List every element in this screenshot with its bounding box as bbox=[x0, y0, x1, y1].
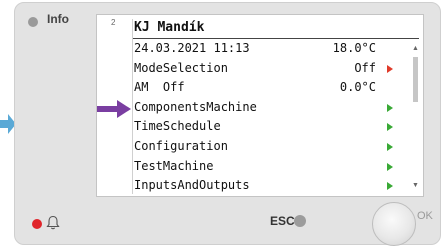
esc-label: ESC bbox=[270, 214, 295, 228]
scrollbar[interactable]: ▲ ▼ bbox=[412, 45, 419, 190]
divider bbox=[132, 19, 133, 194]
row-value: Off bbox=[354, 60, 376, 75]
list-item-inputs-and-outputs[interactable]: InputsAndOutputs bbox=[134, 176, 414, 196]
row-value: 0.0°C bbox=[339, 80, 376, 95]
list-item-datetime: 24.03.2021 11:13 18.0°C bbox=[134, 39, 414, 59]
row-label: InputsAndOutputs bbox=[134, 178, 250, 193]
ok-button[interactable] bbox=[372, 202, 416, 246]
selection-arrow-icon bbox=[97, 100, 131, 118]
row-label: ModeSelection bbox=[134, 60, 228, 75]
chevron-up-icon[interactable]: ▲ bbox=[412, 45, 419, 53]
info-led-icon bbox=[28, 17, 38, 27]
esc-button[interactable] bbox=[294, 215, 306, 227]
row-label: TimeSchedule bbox=[134, 119, 221, 134]
arrow-right-icon bbox=[387, 123, 393, 132]
list-item-configuration[interactable]: Configuration bbox=[134, 137, 414, 157]
ok-label: OK bbox=[417, 210, 433, 222]
arrow-right-icon bbox=[387, 162, 393, 171]
arrow-right-icon bbox=[387, 182, 393, 191]
bell-icon[interactable] bbox=[46, 215, 60, 231]
display-screen: 2 KJ Mandík 24.03.2021 11:13 18.0°C Mode… bbox=[96, 14, 424, 197]
row-label: AM Off bbox=[134, 80, 185, 95]
list-item-am: AM Off 0.0°C bbox=[134, 78, 414, 98]
controller-panel: Info 2 KJ Mandík 24.03.2021 11:13 18.0°C… bbox=[14, 2, 441, 246]
list-item-components-machine[interactable]: ComponentsMachine bbox=[134, 98, 414, 118]
row-label: Configuration bbox=[134, 138, 228, 153]
row-value: 18.0°C bbox=[332, 41, 376, 55]
row-label: 24.03.2021 11:13 bbox=[134, 41, 250, 55]
arrow-right-icon bbox=[387, 103, 393, 112]
row-label: TestMachine bbox=[134, 158, 214, 173]
list-item-test-machine[interactable]: TestMachine bbox=[134, 157, 414, 177]
screen-title: KJ Mandík bbox=[134, 20, 205, 35]
menu-list: 24.03.2021 11:13 18.0°C ModeSelection Of… bbox=[134, 39, 414, 196]
arrow-right-icon bbox=[387, 64, 393, 73]
list-item-time-schedule[interactable]: TimeSchedule bbox=[134, 117, 414, 137]
arrow-right-icon bbox=[387, 142, 393, 151]
info-label: Info bbox=[47, 12, 69, 26]
alarm-led-icon bbox=[32, 219, 42, 229]
scrollbar-thumb[interactable] bbox=[413, 57, 418, 102]
list-item-mode-selection[interactable]: ModeSelection Off bbox=[134, 59, 414, 79]
chevron-down-icon[interactable]: ▼ bbox=[412, 182, 419, 190]
page-number: 2 bbox=[111, 18, 116, 27]
row-label: ComponentsMachine bbox=[134, 99, 257, 114]
